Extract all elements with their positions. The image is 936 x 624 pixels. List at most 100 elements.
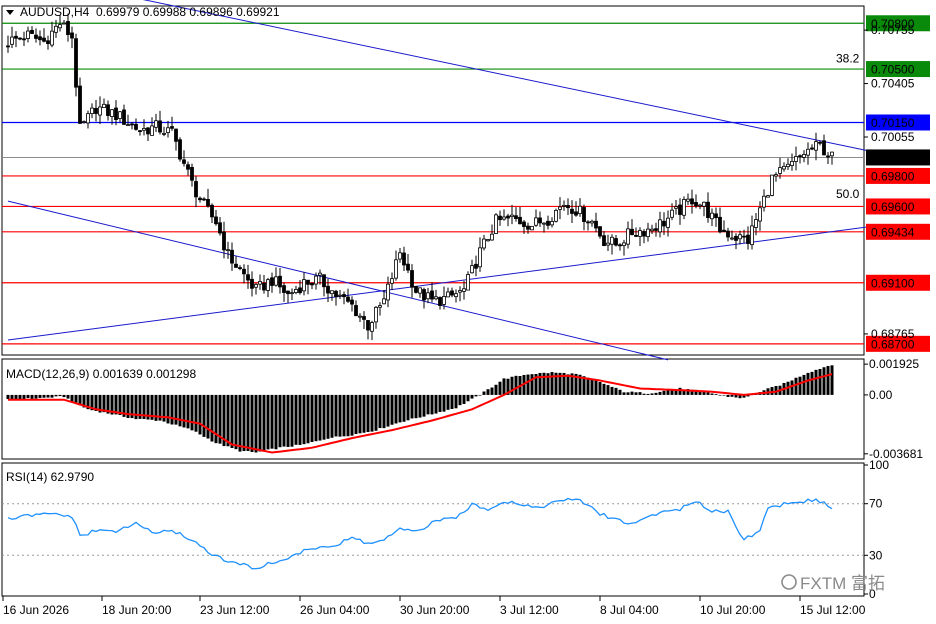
macd-bar — [358, 394, 362, 434]
ohlc-label: 0.69979 0.69988 0.69896 0.69921 — [96, 5, 280, 19]
candle — [142, 127, 146, 131]
candle — [506, 215, 510, 219]
candle — [58, 24, 62, 29]
macd-bar — [722, 394, 726, 396]
candle — [410, 270, 414, 288]
candle — [830, 151, 834, 157]
price-tick-label-3: 0.68765 — [871, 327, 915, 341]
macd-bar — [410, 394, 414, 419]
price-tick-label-2: 0.70055 — [871, 130, 915, 144]
macd-bar — [486, 389, 490, 395]
candle — [634, 235, 638, 237]
candle — [538, 217, 542, 224]
macd-bar — [626, 392, 630, 395]
candle — [442, 296, 446, 305]
candle — [250, 278, 254, 289]
candle — [366, 320, 370, 331]
candle — [98, 106, 102, 116]
candle — [498, 215, 502, 221]
candle — [430, 290, 434, 300]
candle — [358, 315, 362, 318]
candle — [370, 322, 374, 332]
time-label: 16 Jun 2026 — [3, 603, 69, 617]
candle — [454, 293, 458, 298]
macd-bar — [470, 394, 474, 399]
candle — [74, 38, 78, 88]
candle — [18, 37, 22, 40]
macd-bar — [250, 394, 254, 452]
candle — [6, 45, 10, 48]
macd-bar — [194, 394, 198, 432]
candle — [342, 294, 346, 298]
macd-bar — [650, 393, 654, 395]
candle — [522, 221, 526, 227]
candle — [470, 265, 474, 274]
macd-bar — [586, 377, 590, 395]
candle — [406, 263, 410, 271]
rsi-tick-label: 70 — [869, 497, 883, 511]
macd-bar — [806, 372, 810, 395]
candle — [318, 272, 322, 276]
candle — [118, 111, 122, 119]
time-label: 18 Jun 20:00 — [102, 603, 172, 617]
header: AUDUSD,H4 0.69979 0.69988 0.69896 0.6992… — [6, 5, 280, 19]
candle — [138, 130, 142, 133]
macd-bar — [350, 394, 354, 436]
macd-bar — [634, 392, 638, 395]
macd-bar — [798, 376, 802, 395]
candle — [438, 297, 442, 306]
candle — [398, 252, 402, 260]
candle — [206, 199, 210, 207]
candle — [742, 235, 746, 238]
candle — [814, 141, 818, 151]
macd-bar — [482, 391, 486, 395]
macd-bar — [450, 394, 454, 409]
candle — [558, 206, 562, 210]
candle — [218, 222, 222, 234]
macd-bar — [430, 394, 434, 415]
macd-bar — [318, 394, 322, 441]
time-label: 8 Jul 04:00 — [600, 603, 659, 617]
candle — [354, 305, 358, 317]
macd-bar — [622, 392, 626, 395]
macd-bar — [666, 390, 670, 395]
macd-bar — [178, 394, 182, 427]
candle — [606, 242, 610, 246]
candle — [482, 238, 486, 249]
candle — [802, 154, 806, 158]
candle — [562, 204, 566, 207]
macd-bar — [326, 394, 330, 439]
macd-bar — [654, 392, 658, 395]
candle — [346, 296, 350, 302]
candle — [70, 32, 74, 39]
macd-bar — [234, 394, 238, 450]
candle — [702, 201, 706, 207]
candle — [382, 298, 386, 305]
candle — [598, 226, 602, 237]
candle — [726, 230, 730, 238]
candle — [466, 274, 470, 291]
macd-bar — [346, 394, 350, 437]
candle — [126, 124, 130, 127]
candle — [386, 283, 390, 301]
macd-bar — [370, 394, 374, 432]
candle — [198, 197, 202, 201]
macd-bar — [818, 368, 822, 395]
macd-bar — [474, 394, 478, 397]
candle — [826, 155, 830, 158]
macd-bar — [74, 394, 78, 403]
candle — [618, 244, 622, 247]
candle — [270, 277, 274, 286]
candle — [302, 279, 306, 292]
macd-bar — [434, 394, 438, 414]
candle — [214, 216, 218, 225]
macd-bar — [714, 394, 718, 395]
macd-bar — [206, 394, 210, 439]
macd-bar — [414, 394, 418, 419]
rsi-title: RSI(14) 62.9790 — [6, 470, 94, 484]
macd-bar — [406, 394, 410, 421]
candle — [210, 204, 214, 218]
macd-bar — [726, 394, 730, 397]
candle — [446, 291, 450, 298]
macd-bar — [810, 371, 814, 395]
